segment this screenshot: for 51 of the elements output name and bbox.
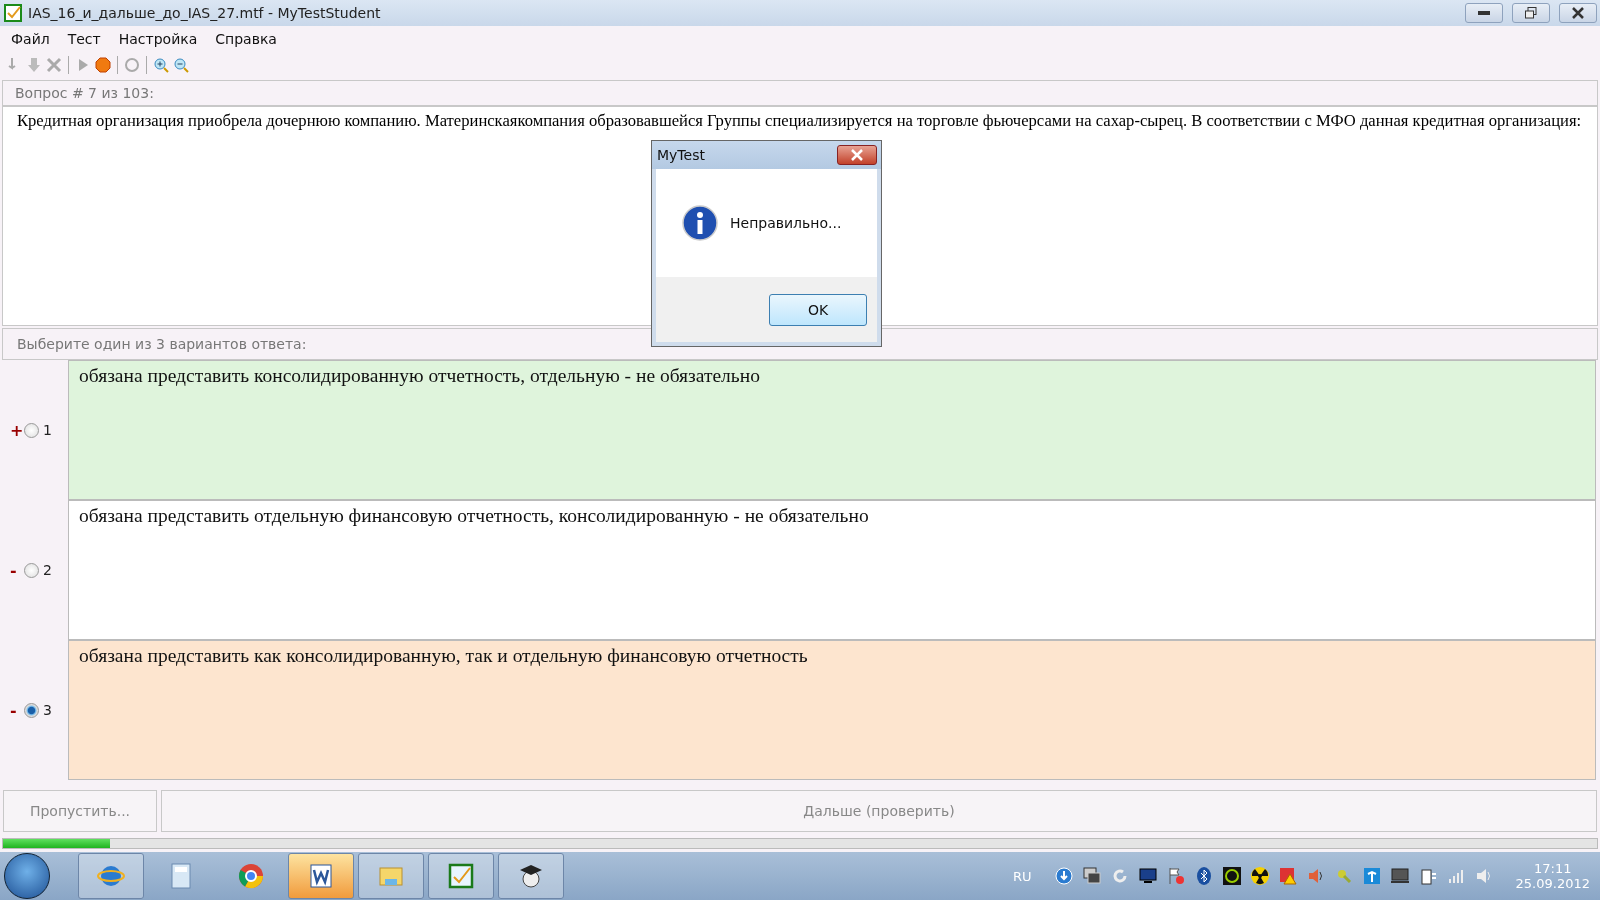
restore-icon <box>1525 7 1537 19</box>
answer-option[interactable]: обязана представить как консолидированную, так и отдельную финансовую отчетность <box>68 640 1596 780</box>
answer-mark: + <box>10 420 20 440</box>
warning-icon[interactable] <box>1277 866 1298 886</box>
menu-item[interactable]: Тест <box>58 31 110 47</box>
close-icon <box>1572 7 1584 19</box>
minimize-button[interactable] <box>1465 3 1503 23</box>
answer-mark: - <box>10 700 18 720</box>
restore-button[interactable] <box>1512 3 1550 23</box>
answer-instruction: Выберите один из 3 вариантов ответа: <box>17 336 307 352</box>
zoom-out-icon[interactable] <box>173 57 189 73</box>
radio-button[interactable] <box>24 422 39 438</box>
close-icon <box>851 149 863 161</box>
start-button[interactable] <box>4 853 50 899</box>
answer-mark: - <box>10 560 18 580</box>
answer-number: 3 <box>43 702 52 718</box>
menu-item[interactable]: Настройка <box>109 31 207 47</box>
radiation-icon[interactable] <box>1249 866 1270 886</box>
checkmark-icon[interactable] <box>447 862 475 890</box>
dialog-title: MyTest <box>657 147 705 163</box>
clock-time: 17:11 <box>1534 861 1572 876</box>
browser-icon[interactable] <box>237 862 265 890</box>
question-text: Кредитная организация приобрела дочернюю компанию. Материнскаякомпания образовавшейся Группы специализируется на торговле фьючерсами на сахар-сырец. В соответствии с МФО данная кредитная организация: <box>17 111 1583 131</box>
radio-button[interactable] <box>24 702 39 718</box>
window-title: IAS_16_и_дальше_до_IAS_27.mtf - MyTestStudent <box>28 5 382 21</box>
menu-item[interactable]: Файл <box>2 31 59 47</box>
clock-date: 25.09.2012 <box>1515 876 1590 891</box>
checkmark-icon <box>4 4 22 22</box>
answer-number: 1 <box>43 422 52 438</box>
minimize-icon <box>1478 11 1490 15</box>
document-icon[interactable] <box>307 862 335 890</box>
download-icon[interactable] <box>1053 866 1074 886</box>
zoom-in-icon[interactable] <box>153 57 169 73</box>
ring-icon[interactable] <box>1221 866 1242 886</box>
stop-icon[interactable] <box>95 57 111 73</box>
info-icon <box>682 205 718 241</box>
close-button[interactable] <box>1559 3 1597 23</box>
answer-option[interactable]: обязана представить консолидированную отчетность, отдельную - не обязательно <box>68 360 1596 500</box>
answer-number: 2 <box>43 562 52 578</box>
taskbar-app[interactable] <box>288 853 354 899</box>
ok-button[interactable]: OK <box>769 293 867 326</box>
monitor-icon[interactable] <box>1137 866 1158 886</box>
laptop-icon[interactable] <box>1389 866 1410 886</box>
radio-button[interactable] <box>24 562 39 578</box>
answer-option[interactable]: обязана представить отдельную финансовую отчетность, консолидированную - не обязательно <box>68 500 1596 640</box>
close-button[interactable] <box>837 145 877 165</box>
dialog-message: Неправильно... <box>730 215 842 231</box>
taskbar-app[interactable] <box>498 853 564 899</box>
menu-item[interactable]: Справка <box>206 31 286 47</box>
question-number: Вопрос # 7 из 103: <box>15 85 154 101</box>
close-icon[interactable] <box>46 57 62 73</box>
